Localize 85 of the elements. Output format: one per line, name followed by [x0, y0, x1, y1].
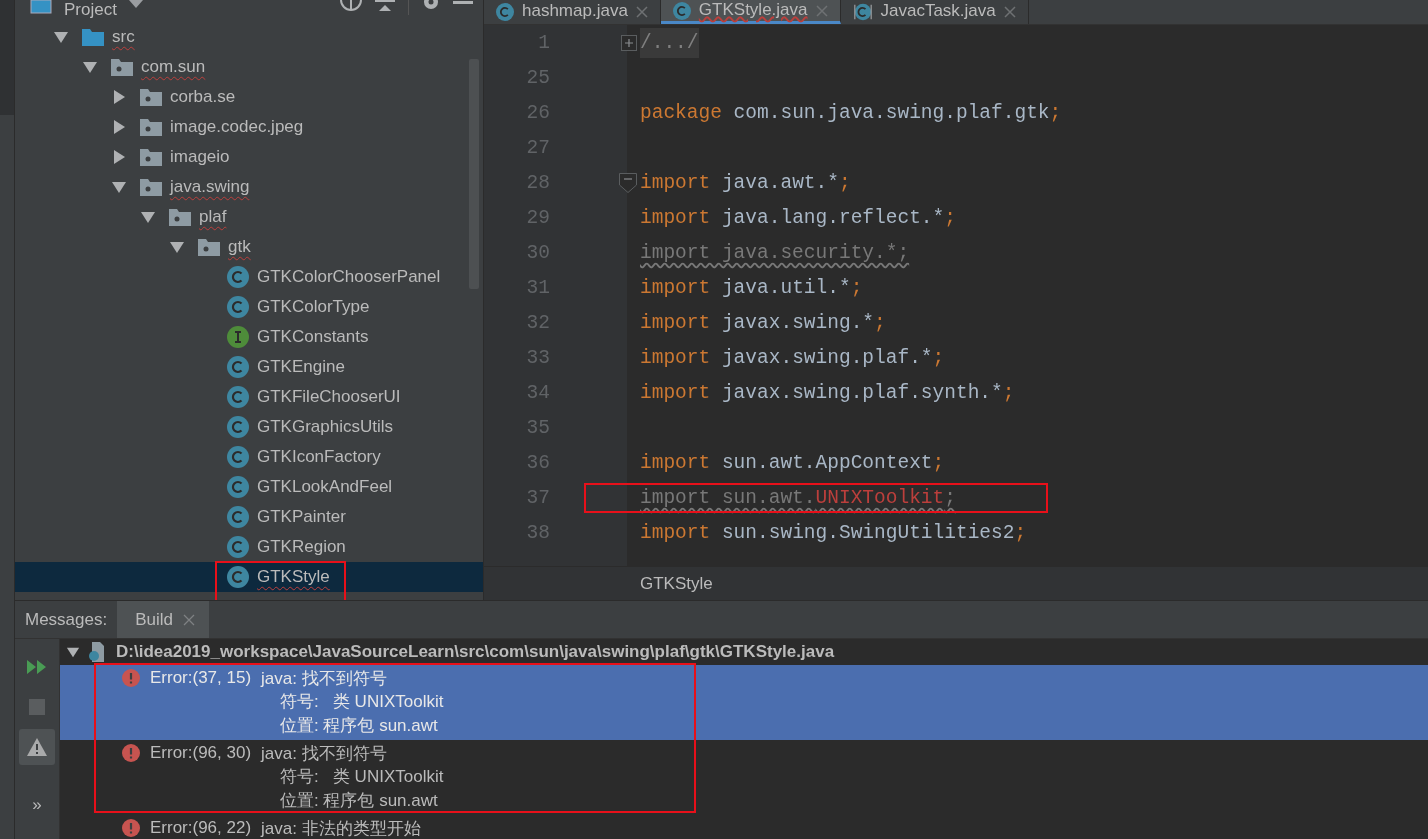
- package-folder-icon: [111, 58, 133, 76]
- expanded-arrow-icon[interactable]: [82, 59, 98, 75]
- tree-item[interactable]: GTKFileChooserUI: [15, 382, 483, 412]
- tree-item[interactable]: java.swing: [15, 172, 483, 202]
- dropdown-arrow-icon[interactable]: [128, 0, 143, 8]
- error-entry[interactable]: Error:(96, 22) java: 非法的类型开始: [60, 815, 1428, 839]
- tree-item[interactable]: GTKConstants: [15, 322, 483, 352]
- tree-item[interactable]: gtk: [15, 232, 483, 262]
- project-icon: [30, 0, 52, 14]
- code-line: package com.sun.java.swing.plaf.gtk;: [640, 102, 1062, 125]
- package-folder-icon: [198, 238, 220, 256]
- code-line: import java.security.*;: [640, 242, 910, 265]
- tree-item[interactable]: GTKStyle: [15, 562, 483, 592]
- class-icon: [227, 566, 249, 588]
- fold-collapse-icon[interactable]: [619, 173, 637, 194]
- code-line: import java.awt.*;: [640, 172, 851, 195]
- tree-item[interactable]: GTKPainter: [15, 502, 483, 532]
- tree-item[interactable]: GTKRegion: [15, 532, 483, 562]
- collapsed-arrow-icon[interactable]: [111, 89, 127, 105]
- collapsed-arrow-icon[interactable]: [111, 119, 127, 135]
- error-entry[interactable]: Error:(37, 15) java: 找不到符号 符号: 类 UNIXToolkit 位置: 程序包 sun.awt: [60, 665, 1428, 740]
- code-line: import javax.swing.*;: [640, 312, 886, 335]
- class-icon: [496, 3, 514, 21]
- panel-title[interactable]: Project: [64, 0, 117, 20]
- package-folder-icon: [169, 208, 191, 226]
- interface-icon: [227, 326, 249, 348]
- folder-icon: [82, 28, 104, 46]
- tree-item[interactable]: GTKEngine: [15, 352, 483, 382]
- class-icon: [227, 356, 249, 378]
- tree-item[interactable]: GTKColorType: [15, 292, 483, 322]
- minimize-icon[interactable]: [453, 0, 473, 6]
- more-button[interactable]: »: [19, 787, 55, 823]
- tree-item[interactable]: GTKGraphicsUtils: [15, 412, 483, 442]
- tree-item[interactable]: image.codec.jpeg: [15, 112, 483, 142]
- warnings-toggle-button[interactable]: [19, 729, 55, 765]
- expanded-arrow-icon[interactable]: [140, 209, 156, 225]
- tree-item[interactable]: GTKIconFactory: [15, 442, 483, 472]
- expanded-arrow-icon[interactable]: [169, 239, 185, 255]
- file-path[interactable]: D:\idea2019_workspace\JavaSourceLearn\src\com\sun\java\swing\plaf\gtk\GTKStyle.java: [116, 642, 835, 662]
- code-line: import java.lang.reflect.*;: [640, 207, 956, 230]
- class-icon: [227, 386, 249, 408]
- panel-label: Messages:: [24, 608, 109, 631]
- tree-item[interactable]: plaf: [15, 202, 483, 232]
- tree-item[interactable]: GTKColorChooserPanel: [15, 262, 483, 292]
- tree-item[interactable]: com.sun: [15, 52, 483, 82]
- editor-tab[interactable]: GTKStyle.java: [660, 0, 841, 24]
- error-icon: [122, 819, 140, 837]
- panel-tab[interactable]: Build: [117, 601, 209, 638]
- settings-icon[interactable]: [421, 0, 441, 12]
- package-folder-icon: [140, 118, 162, 136]
- class-icon: [227, 536, 249, 558]
- compiled-class-icon: [852, 3, 873, 21]
- expanded-arrow-icon[interactable]: [53, 29, 69, 45]
- tree-item[interactable]: imageio: [15, 142, 483, 172]
- stop-icon: [29, 699, 45, 715]
- class-icon: [227, 506, 249, 528]
- collapsed-arrow-icon[interactable]: [111, 149, 127, 165]
- expanded-arrow-icon[interactable]: [66, 645, 80, 659]
- class-icon: [227, 266, 249, 288]
- expanded-arrow-icon[interactable]: [111, 179, 127, 195]
- class-icon: [227, 296, 249, 318]
- tree-item[interactable]: GTKLookAndFeel: [15, 472, 483, 502]
- error-icon: [122, 744, 140, 762]
- tree-item[interactable]: src: [15, 22, 483, 52]
- package-folder-icon: [140, 88, 162, 106]
- class-icon: [227, 446, 249, 468]
- code-line: import sun.awt.AppContext;: [640, 452, 945, 475]
- error-icon: [122, 669, 140, 687]
- breadcrumb[interactable]: GTKStyle: [640, 573, 713, 594]
- class-icon: [672, 1, 691, 20]
- package-folder-icon: [140, 178, 162, 196]
- code-line: import sun.swing.SwingUtilities2;: [640, 522, 1027, 545]
- code-line: import javax.swing.plaf.synth.*;: [640, 382, 1015, 405]
- class-icon: [227, 476, 249, 498]
- code-line: import sun.awt.UNIXToolkit;: [640, 487, 956, 510]
- code-line: import javax.swing.plaf.*;: [640, 347, 945, 370]
- fold-expand-icon[interactable]: [621, 35, 637, 52]
- package-folder-icon: [140, 148, 162, 166]
- collapse-all-icon[interactable]: [374, 0, 396, 12]
- warning-icon: [26, 737, 48, 757]
- double-play-icon: [26, 659, 48, 675]
- class-icon: [227, 416, 249, 438]
- code-line: import java.util.*;: [640, 277, 863, 300]
- tree-item[interactable]: corba.se: [15, 82, 483, 112]
- target-icon[interactable]: [340, 0, 362, 12]
